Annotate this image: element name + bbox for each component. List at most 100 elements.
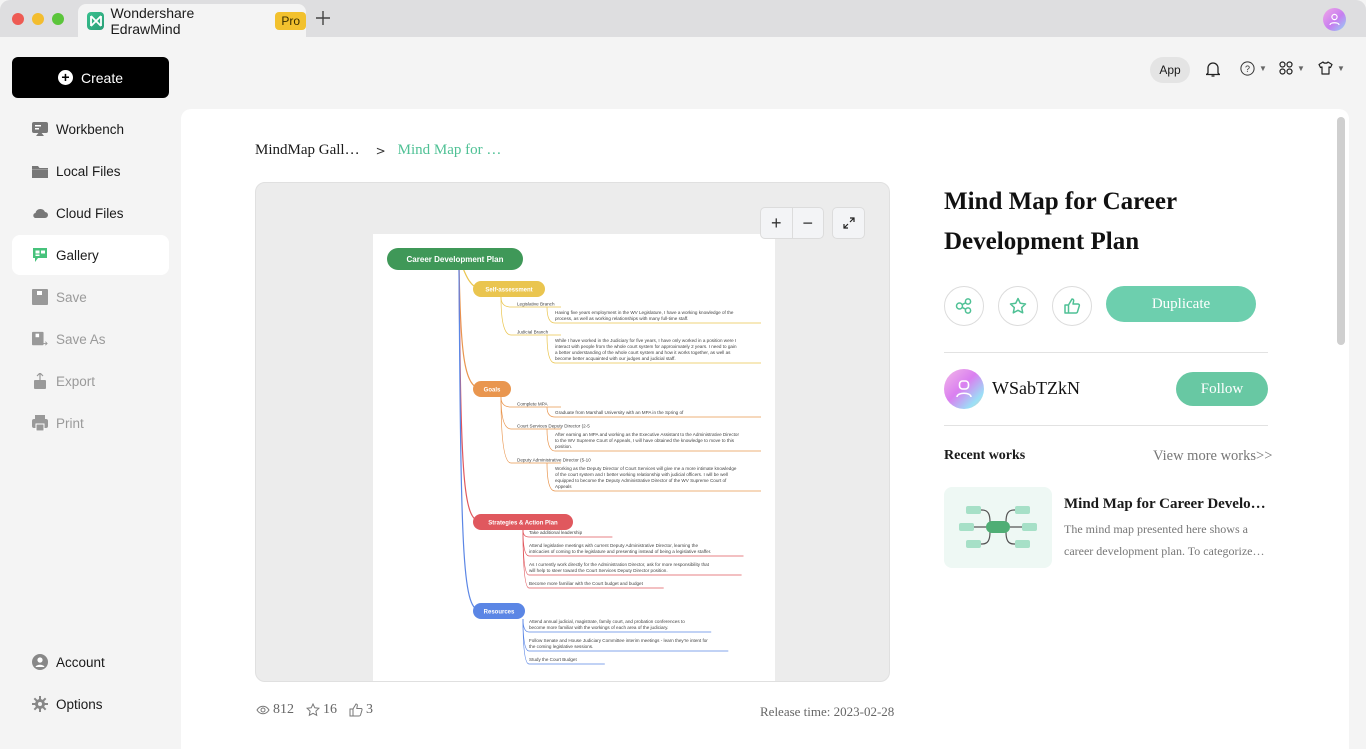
recent-work-description: The mind map presented here shows a care… xyxy=(1064,522,1265,558)
app-tab[interactable]: Wondershare EdrawMind Pro xyxy=(78,4,306,37)
child-topic-label: Judicial Branch xyxy=(517,330,549,335)
favorites-count: 16 xyxy=(323,702,337,717)
star-icon xyxy=(306,703,320,717)
duplicate-button[interactable]: Duplicate xyxy=(1106,286,1256,322)
author-avatar[interactable] xyxy=(944,369,984,409)
branch-node-label: Strategies & Action Plan xyxy=(488,521,558,527)
workbench-icon xyxy=(32,121,48,137)
sidebar-item-cloud-files[interactable]: Cloud Files xyxy=(12,193,169,233)
action-item-text: Follow Senate and House Judiciary Commit… xyxy=(529,638,708,643)
detail-text-line: become better acquainted with our judges… xyxy=(555,356,676,361)
fullscreen-button[interactable] xyxy=(832,207,865,239)
help-menu-button[interactable]: ? ▼ xyxy=(1240,61,1267,76)
detail-text-line: interact with people from the whole cour… xyxy=(555,344,737,349)
share-icon xyxy=(955,298,972,314)
branch-node-label: Self-assessment xyxy=(485,288,532,294)
app-button[interactable]: App xyxy=(1150,57,1190,83)
edrawmind-logo-icon xyxy=(87,11,105,30)
child-topic-label: Deputy Administrative Director (5-10 xyxy=(517,458,591,463)
scrollbar[interactable] xyxy=(1337,117,1345,345)
zoom-out-button[interactable]: − xyxy=(793,208,824,238)
detail-text-line: Working as the Deputy Director of Court … xyxy=(555,466,737,471)
sidebar-item-workbench[interactable]: Workbench xyxy=(12,109,169,149)
action-item-text: Study the Court Budget xyxy=(529,657,577,662)
sidebar-item-export[interactable]: Export xyxy=(12,361,169,401)
sidebar-item-label: Export xyxy=(56,373,96,389)
create-button[interactable]: + Create xyxy=(12,57,169,98)
breadcrumb: MindMap Gall… > Mind Map for … xyxy=(255,142,501,159)
detail-text-line: a better understanding of the whole cour… xyxy=(555,350,731,355)
author-name[interactable]: WSabTZkN xyxy=(992,378,1080,399)
sidebar-item-local-files[interactable]: Local Files xyxy=(12,151,169,191)
sidebar-item-label: Account xyxy=(56,654,105,670)
title-bar: Wondershare EdrawMind Pro xyxy=(0,0,1366,37)
detail-text-line: Graduate from Marshall University with a… xyxy=(555,410,684,415)
root-node-label: Career Development Plan xyxy=(407,255,504,264)
follow-button[interactable]: Follow xyxy=(1176,372,1268,406)
detail-text-line: While I have worked in the Judiciary for… xyxy=(555,338,736,343)
sidebar-item-save[interactable]: Save xyxy=(12,277,169,317)
release-date: 2023-02-28 xyxy=(833,704,895,719)
sidebar-item-account[interactable]: Account xyxy=(12,642,169,682)
detail-text-line: of the court system and I better working… xyxy=(555,472,728,477)
sidebar-item-save-as[interactable]: Save As xyxy=(12,319,169,359)
maximize-window-button[interactable] xyxy=(52,13,64,25)
help-icon: ? xyxy=(1240,61,1255,76)
plus-circle-icon: + xyxy=(57,70,73,85)
sidebar-item-gallery[interactable]: Gallery xyxy=(12,235,169,275)
chevron-down-icon: ▼ xyxy=(1297,63,1305,73)
notifications-button[interactable] xyxy=(1206,61,1220,77)
breadcrumb-parent[interactable]: MindMap Gall… xyxy=(255,142,360,159)
favorite-button[interactable] xyxy=(998,286,1038,326)
user-avatar[interactable] xyxy=(1323,8,1346,31)
detail-text-line: equipped to become the Deputy Administra… xyxy=(555,478,727,483)
minimize-window-button[interactable] xyxy=(32,13,44,25)
action-item-text: the coming legislative sessions. xyxy=(529,644,593,649)
pro-badge: Pro xyxy=(275,11,306,30)
detail-text-line: Having five years employment in the WV L… xyxy=(555,310,734,315)
mindmap-thumbnail-icon xyxy=(959,506,1037,548)
new-tab-button[interactable] xyxy=(316,9,330,29)
sidebar: + Create Workbench Local Files Cloud Fil… xyxy=(0,37,181,744)
skin-menu-button[interactable]: ▼ xyxy=(1318,61,1345,75)
sidebar-item-label: Options xyxy=(56,696,103,712)
recent-work-title[interactable]: Mind Map for Career Develop… xyxy=(1064,496,1269,513)
action-item-text: Become more familiar with the Court budg… xyxy=(529,581,644,586)
divider xyxy=(944,352,1268,353)
share-button[interactable] xyxy=(944,286,984,326)
gallery-icon xyxy=(32,247,48,263)
recent-works-heading: Recent works xyxy=(944,448,1026,463)
print-icon xyxy=(32,415,48,431)
zoom-controls: + − xyxy=(760,207,824,239)
mindmap-preview[interactable]: Career Development Plan Self-assessment Le… xyxy=(255,182,890,682)
export-icon xyxy=(32,373,48,389)
sidebar-item-print[interactable]: Print xyxy=(12,403,169,443)
favorites-stat: 16 xyxy=(306,702,337,718)
recent-work-thumbnail[interactable] xyxy=(944,487,1052,568)
branch-node-label: Goals xyxy=(484,388,501,394)
sidebar-item-options[interactable]: Options xyxy=(12,684,169,724)
divider xyxy=(944,425,1268,426)
eye-icon xyxy=(256,705,270,715)
apps-menu-button[interactable]: ▼ xyxy=(1279,61,1305,75)
mindmap-diagram: Career Development Plan Self-assessment Le… xyxy=(387,248,761,665)
detail-text-line: position. xyxy=(555,444,572,449)
star-icon xyxy=(1009,297,1027,314)
close-window-button[interactable] xyxy=(12,13,24,25)
chevron-down-icon: ▼ xyxy=(1259,64,1267,73)
sidebar-item-label: Print xyxy=(56,415,84,431)
bell-icon xyxy=(1206,62,1220,77)
folder-icon xyxy=(32,163,48,179)
like-button[interactable] xyxy=(1052,286,1092,326)
action-item-text: become more familiar with the workings o… xyxy=(529,625,668,630)
action-item-text: Attend annual judicial, magistrate, fami… xyxy=(529,619,685,624)
thumbs-up-icon xyxy=(1064,298,1081,314)
action-item-text: intricacies of coming to the legislature… xyxy=(529,549,711,554)
action-item-text: Attend legislative meetings with current… xyxy=(529,543,698,548)
detail-text-line: to the WV Supreme Court of Appeals, I wi… xyxy=(555,438,735,443)
view-more-works-link[interactable]: View more works>> xyxy=(1153,448,1272,465)
sidebar-item-label: Save As xyxy=(56,331,106,347)
sidebar-item-label: Workbench xyxy=(56,121,125,137)
zoom-in-button[interactable]: + xyxy=(761,208,793,238)
save-as-icon xyxy=(32,331,48,347)
